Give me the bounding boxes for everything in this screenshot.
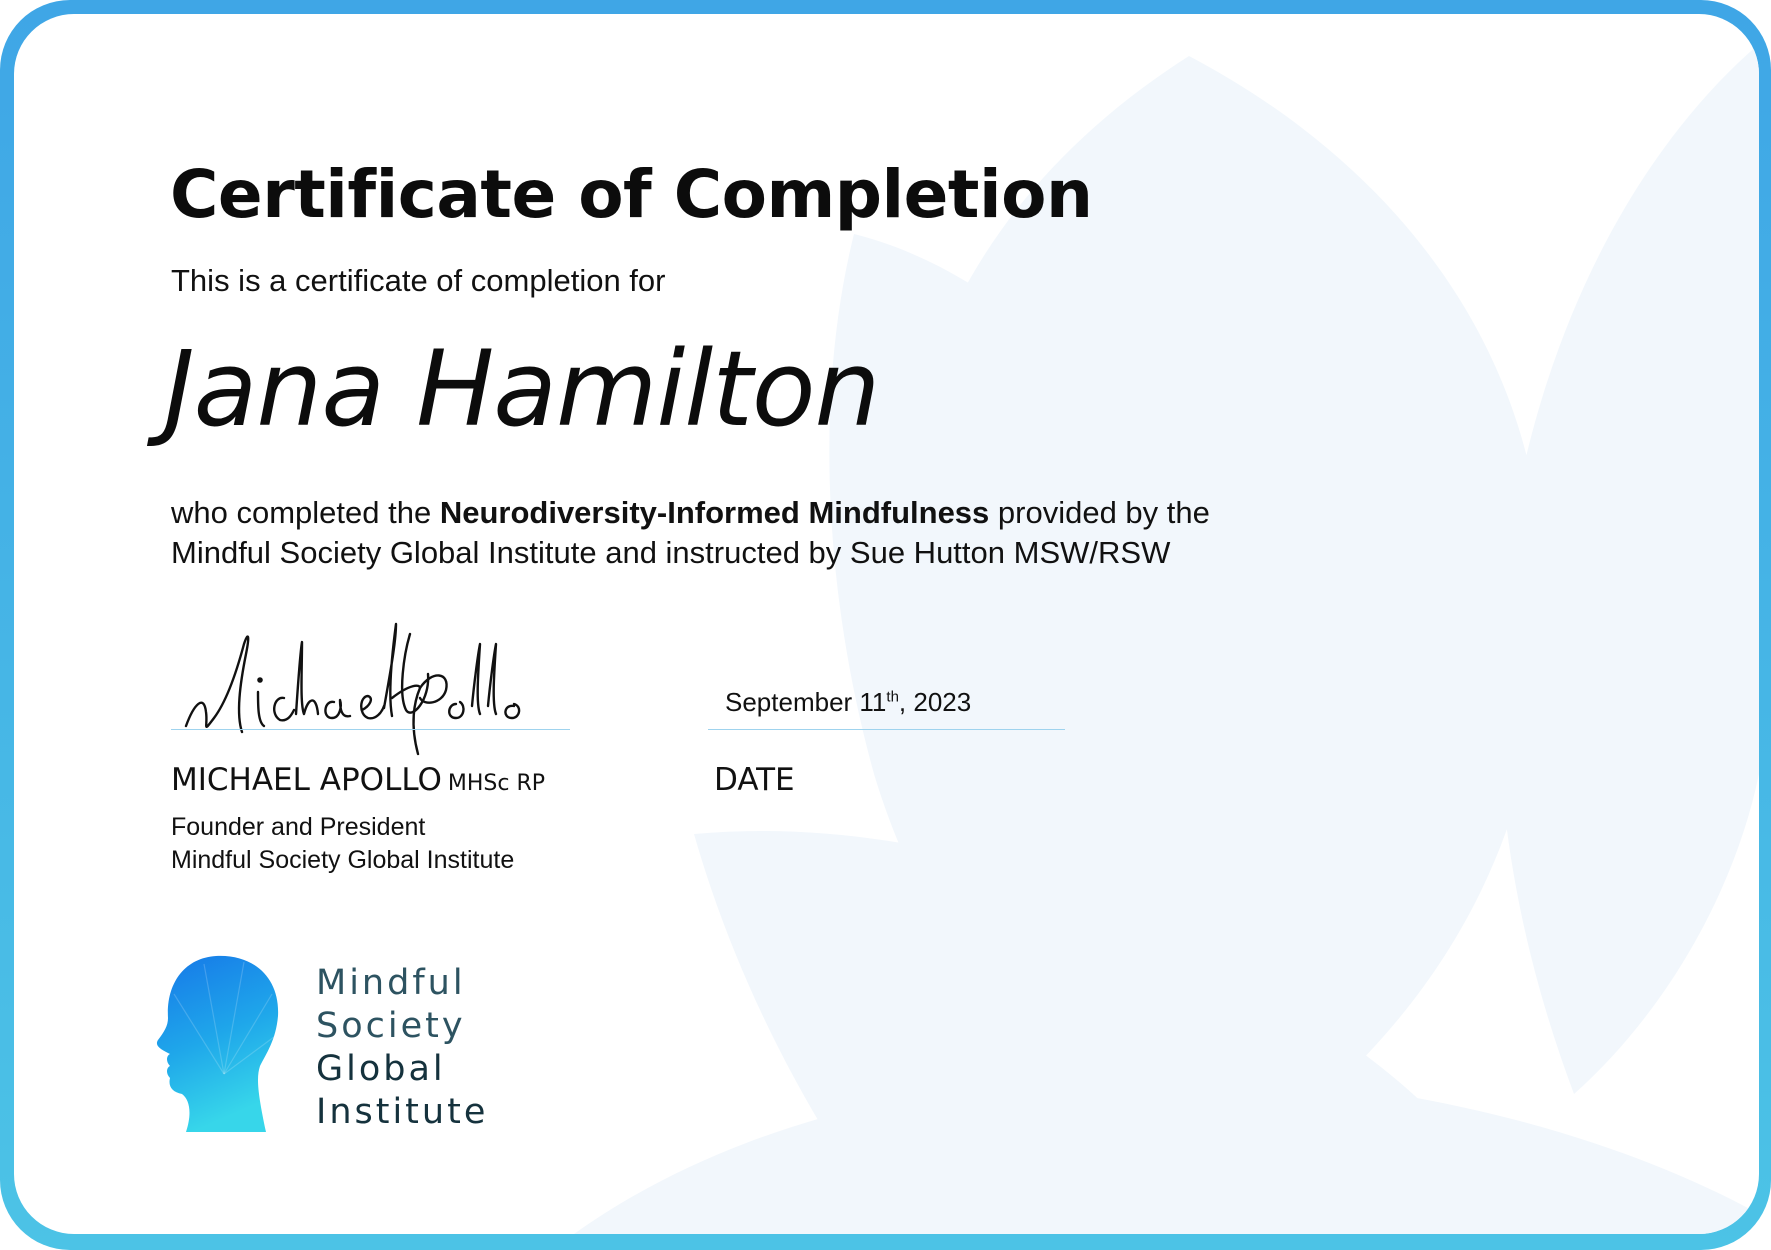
statement-line2: Mindful Society Global Institute and ins… <box>171 535 1171 570</box>
logo-line-institute: Institute <box>316 1092 489 1132</box>
signature-rule <box>171 729 570 730</box>
statement-prefix: who completed the <box>171 495 440 530</box>
certificate-border: Certificate of Completion This is a cert… <box>0 0 1771 1250</box>
certificate-intro: This is a certificate of completion for <box>171 263 666 298</box>
date-label: DATE <box>714 762 795 798</box>
signer-credentials: MHSc RP <box>447 771 546 796</box>
signer-role-block: Founder and President Mindful Society Gl… <box>171 811 514 877</box>
logo-line-society: Society <box>316 1006 466 1046</box>
logo-head-icon <box>156 955 279 1132</box>
completion-date: September 11th, 2023 <box>725 687 971 718</box>
certificate-card: Certificate of Completion This is a cert… <box>14 14 1759 1234</box>
date-month-day: September 11 <box>725 687 887 717</box>
petal-right <box>1497 44 1759 1094</box>
statement-suffix: provided by the <box>989 495 1210 530</box>
petal-bottom <box>574 1074 1759 1234</box>
recipient-name: Jana Hamilton <box>164 328 880 450</box>
petal-lower <box>694 830 1514 1234</box>
signature-icon <box>184 622 521 756</box>
certificate-title: Certificate of Completion <box>170 156 1093 233</box>
logo-wordmark: Mindful Society Global Institute <box>316 962 488 1134</box>
date-rule <box>708 729 1065 730</box>
completion-statement: who completed the Neurodiversity-Informe… <box>171 493 1371 573</box>
date-year: , 2023 <box>898 687 972 717</box>
date-ordinal: th <box>886 688 899 706</box>
logo-line-global: Global <box>316 1049 446 1089</box>
logo-line-mindful: Mindful <box>316 963 466 1003</box>
signer-role: Founder and President <box>171 813 426 841</box>
signer-organization: Mindful Society Global Institute <box>171 846 515 874</box>
signer-full-name: MICHAEL APOLLO <box>171 762 442 798</box>
signer-name: MICHAEL APOLLO MHSc RP <box>171 762 545 798</box>
course-name: Neurodiversity-Informed Mindfulness <box>439 495 990 530</box>
